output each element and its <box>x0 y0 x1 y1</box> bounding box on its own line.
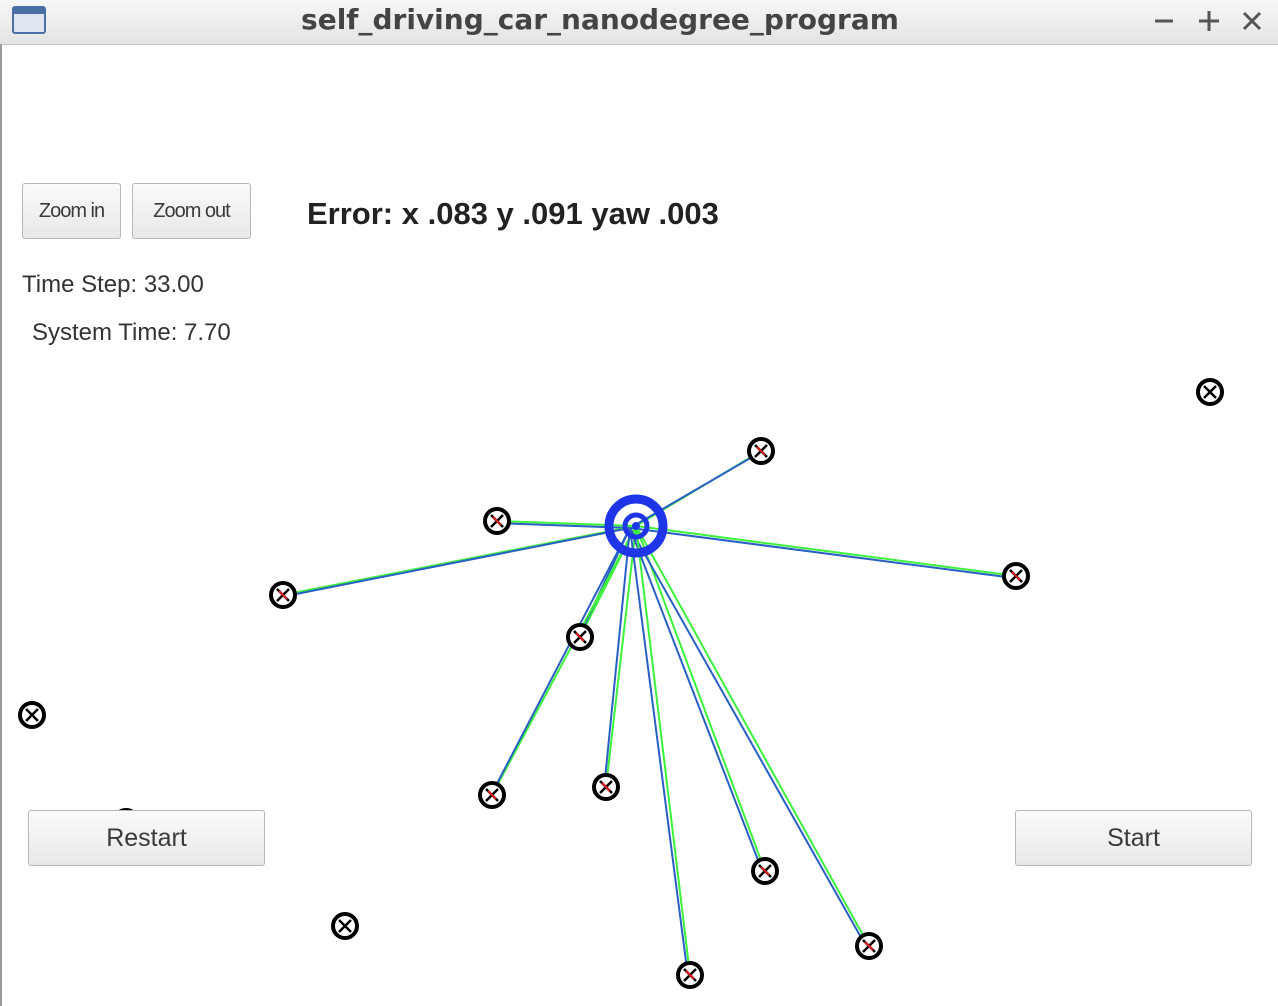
estimate-line <box>629 527 868 949</box>
landmark-circle-x-icon <box>1196 378 1224 406</box>
landmark-circle-x-icon <box>269 581 297 609</box>
zoom-out-button[interactable]: Zoom out <box>132 183 251 239</box>
restart-button[interactable]: Restart <box>28 810 265 866</box>
landmark-circle-x-icon <box>751 857 779 885</box>
landmark-circle-x-icon <box>855 932 883 960</box>
estimate-line <box>629 527 764 874</box>
ground-truth-line <box>491 525 637 796</box>
time-step-readout: Time Step: 33.00 <box>22 271 204 298</box>
landmark-circle-x-icon <box>592 773 620 801</box>
window-title: self_driving_car_nanodegree_program <box>301 3 899 36</box>
start-button[interactable]: Start <box>1015 810 1252 866</box>
ground-truth-line <box>635 525 870 947</box>
landmarks <box>18 378 1224 989</box>
landmark-circle-x-icon <box>747 437 775 465</box>
ground-truth-line <box>635 525 766 872</box>
landmark-circle-x-icon <box>566 623 594 651</box>
landmark-circle-x-icon <box>483 507 511 535</box>
estimate-line <box>603 527 631 790</box>
system-time-readout: System Time: 7.70 <box>32 319 231 346</box>
zoom-in-button[interactable]: Zoom in <box>22 183 121 239</box>
simulator-window: self_driving_car_nanodegree_program Zoom… <box>0 0 1278 1006</box>
minimize-icon[interactable] <box>1148 4 1180 36</box>
estimate-line <box>629 527 1015 579</box>
landmark-circle-x-icon <box>18 701 46 729</box>
estimate-line <box>280 527 631 598</box>
landmark-circle-x-icon <box>478 781 506 809</box>
landmark-circle-x-icon <box>1002 562 1030 590</box>
landmark-circle-x-icon <box>676 961 704 989</box>
landmark-circle-x-icon <box>331 912 359 940</box>
estimate-line <box>629 452 760 529</box>
ground-truth-line <box>635 525 1017 577</box>
ground-truth-line <box>635 525 691 976</box>
title-bar[interactable]: self_driving_car_nanodegree_program <box>0 0 1278 45</box>
maximize-icon[interactable] <box>1193 4 1225 36</box>
estimate-line <box>629 527 689 978</box>
close-icon[interactable] <box>1236 4 1268 36</box>
error-readout: Error: x .083 y .091 yaw .003 <box>307 196 719 231</box>
